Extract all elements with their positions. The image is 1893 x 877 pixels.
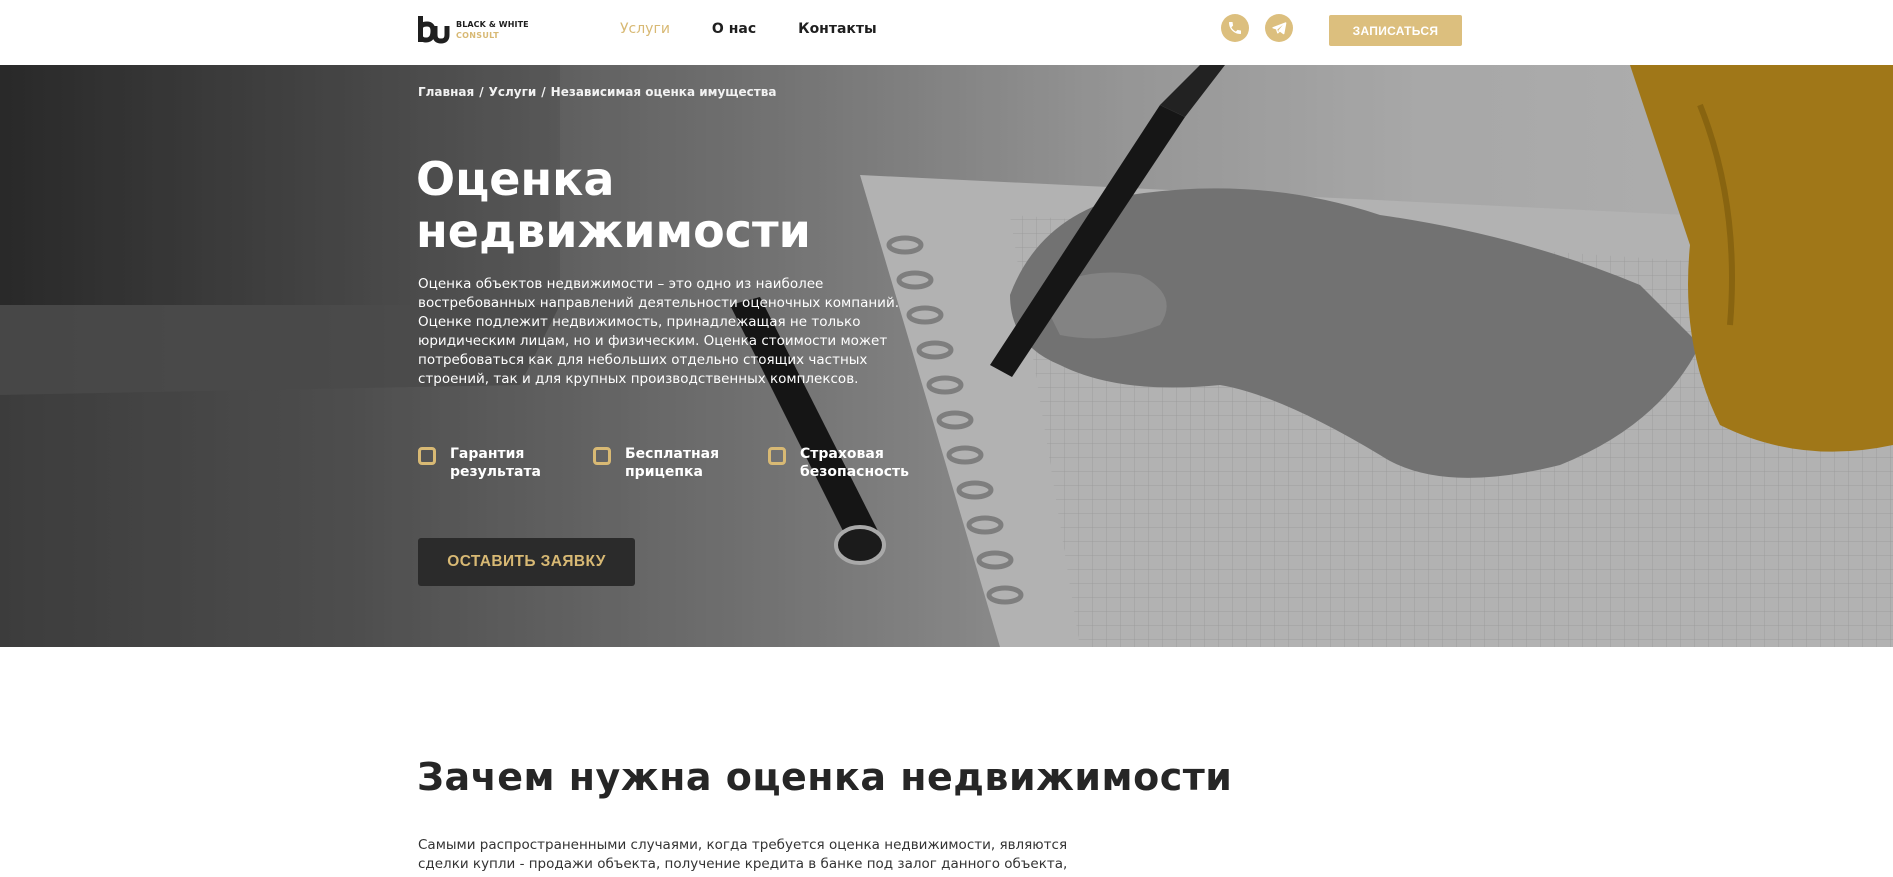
- hero-description: Оценка объектов недвижимости – это одно …: [418, 276, 900, 387]
- breadcrumb-services[interactable]: Услуги: [489, 85, 537, 99]
- square-outline-icon: [768, 447, 786, 465]
- nav-item-contacts[interactable]: Контакты: [798, 21, 877, 37]
- feature-item: Гарантия результата: [418, 445, 593, 481]
- breadcrumb-current: Независимая оценка имущества: [550, 85, 777, 99]
- square-outline-icon: [418, 447, 436, 465]
- logo[interactable]: BLACK & WHITE CONSULT: [417, 16, 529, 44]
- logo-mark-icon: [417, 16, 450, 44]
- feature-item: Бесплатная прицепка: [593, 445, 768, 481]
- signup-button[interactable]: ЗАПИСАТЬСЯ: [1329, 15, 1462, 46]
- section-title: Зачем нужна оценка недвижимости: [417, 755, 1233, 799]
- logo-line1: BLACK & WHITE: [456, 20, 529, 29]
- page-title: Оценка недвижимости: [416, 153, 976, 257]
- site-header: BLACK & WHITE CONSULT Услуги О нас Конта…: [0, 0, 1893, 65]
- nav-item-services[interactable]: Услуги: [620, 21, 670, 37]
- logo-line2: CONSULT: [456, 31, 499, 40]
- breadcrumb-separator: /: [541, 85, 546, 99]
- feature-label: Бесплатная прицепка: [625, 446, 720, 480]
- hero-section: Главная / Услуги / Независимая оценка имущес…: [0, 65, 1893, 647]
- breadcrumb: Главная / Услуги / Независимая оценка имущес…: [418, 85, 776, 99]
- square-outline-icon: [593, 447, 611, 465]
- page-title-line2: недвижимости: [416, 204, 811, 258]
- breadcrumb-separator: /: [479, 85, 484, 99]
- breadcrumb-home[interactable]: Главная: [418, 85, 474, 99]
- nav-item-about[interactable]: О нас: [712, 21, 756, 37]
- feature-item: Страховая безопасность: [768, 445, 943, 481]
- main-nav: Услуги О нас Контакты: [620, 21, 919, 37]
- logo-text: BLACK & WHITE CONSULT: [456, 19, 529, 41]
- telegram-icon[interactable]: [1265, 14, 1293, 42]
- features-list: Гарантия результата Бесплатная прицепка …: [418, 445, 943, 481]
- page-title-line1: Оценка: [416, 152, 615, 206]
- feature-label: Страховая безопасность: [800, 446, 909, 480]
- feature-label: Гарантия результата: [450, 446, 542, 480]
- section-text: Самыми распространенными случаями, когда…: [418, 837, 1068, 872]
- phone-icon[interactable]: [1221, 14, 1249, 42]
- apply-button[interactable]: ОСТАВИТЬ ЗАЯВКУ: [418, 538, 635, 586]
